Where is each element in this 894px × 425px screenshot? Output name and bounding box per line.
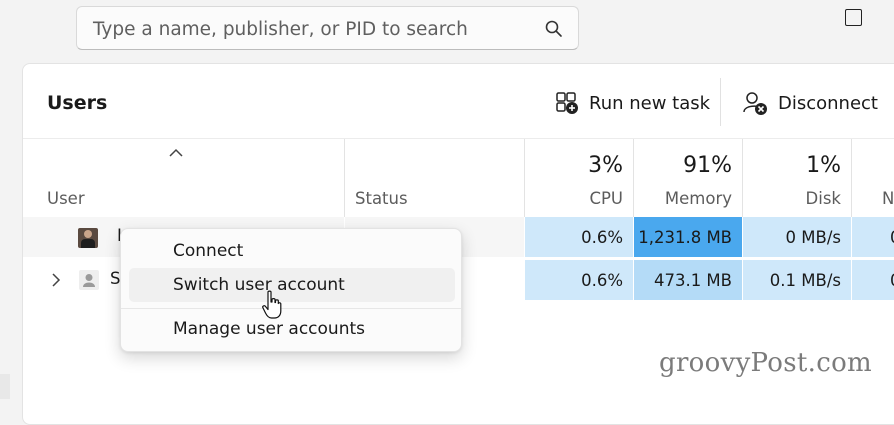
column-header-status[interactable]: Status <box>345 139 524 217</box>
sidebar-edge <box>0 374 10 399</box>
disconnect-user-icon <box>743 92 767 115</box>
column-header-memory[interactable]: 91% Memory <box>634 139 742 217</box>
menu-item-switch-user-account[interactable]: Switch user account <box>129 268 455 302</box>
column-header-disk[interactable]: 1% Disk <box>743 139 851 217</box>
column-header-cpu[interactable]: 3% CPU <box>525 139 633 217</box>
search-input[interactable]: Type a name, publisher, or PID to search <box>76 6 579 50</box>
memory-total-percent: 91% <box>683 153 732 178</box>
network-cell: 0 <box>852 260 894 300</box>
memory-cell: 473.1 MB <box>634 260 742 300</box>
menu-item-manage-user-accounts[interactable]: Manage user accounts <box>129 312 455 346</box>
disk-cell: 0.1 MB/s <box>743 260 851 300</box>
panel-header: Users Run new task Disconnect <box>23 64 894 139</box>
cpu-cell: 0.6% <box>525 217 633 257</box>
column-label-memory: Memory <box>664 189 732 208</box>
column-label-cpu: CPU <box>589 189 623 208</box>
cpu-cell: 0.6% <box>525 260 633 300</box>
disconnect-label: Disconnect <box>778 92 878 114</box>
disk-cell: 0 MB/s <box>743 217 851 257</box>
expand-chevron-icon[interactable] <box>51 273 61 287</box>
cpu-total-percent: 3% <box>588 153 623 178</box>
user-avatar <box>78 228 98 248</box>
column-label-user: User <box>47 189 85 208</box>
context-menu: Connect Switch user account Manage user … <box>120 228 462 352</box>
run-new-task-icon <box>556 92 578 114</box>
toolbar-divider <box>720 78 721 126</box>
column-header-user[interactable]: User <box>23 139 344 217</box>
column-label-network: N <box>882 189 894 208</box>
user-avatar-icon <box>79 270 99 290</box>
hand-pointer-icon <box>262 290 282 319</box>
search-placeholder: Type a name, publisher, or PID to search <box>93 19 468 40</box>
maximize-icon[interactable] <box>845 9 862 26</box>
menu-item-connect[interactable]: Connect <box>129 234 455 268</box>
disk-total-percent: 1% <box>806 153 841 178</box>
memory-cell: 1,231.8 MB <box>634 217 742 257</box>
menu-divider <box>121 308 461 309</box>
user-name: S <box>110 269 121 288</box>
disconnect-button[interactable]: Disconnect <box>742 88 878 118</box>
column-header-network[interactable]: N <box>852 139 894 217</box>
column-label-status: Status <box>355 189 408 208</box>
search-icon[interactable] <box>544 19 564 39</box>
column-label-disk: Disk <box>805 189 841 208</box>
run-new-task-button[interactable]: Run new task <box>555 88 710 118</box>
page-title: Users <box>47 92 108 114</box>
watermark: groovyPost.com <box>659 348 872 378</box>
network-cell: 0 <box>852 217 894 257</box>
run-new-task-label: Run new task <box>589 92 711 114</box>
